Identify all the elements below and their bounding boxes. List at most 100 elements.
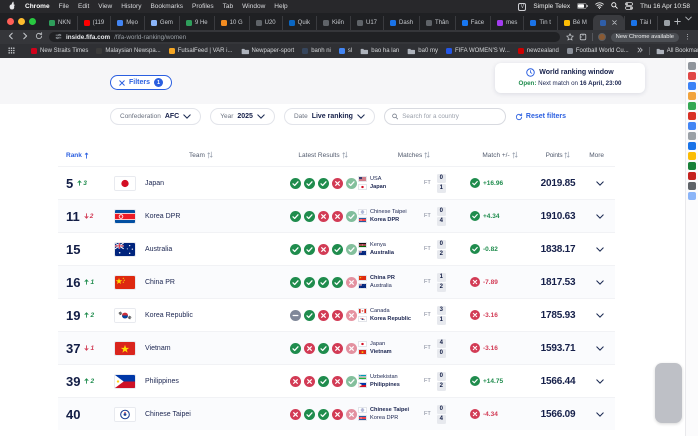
wifi-icon[interactable]: [595, 2, 604, 11]
spotlight-search-icon[interactable]: [611, 2, 618, 11]
tab[interactable]: U20: [249, 16, 282, 30]
bookmark-item[interactable]: Malaysian Newspa...: [96, 48, 160, 54]
bookmarks-overflow-icon[interactable]: [637, 47, 643, 55]
expand-row-button[interactable]: [586, 379, 610, 384]
table-row-china-pr[interactable]: 16 1 China PR China PR Australia FT 12 -…: [58, 265, 615, 298]
side-rail-icon[interactable]: [688, 102, 696, 110]
apps-grid-icon[interactable]: [8, 47, 15, 56]
column-header-rank[interactable]: Rank: [58, 152, 114, 159]
country-search-box[interactable]: [384, 108, 506, 125]
filter-pill-confederation[interactable]: ConfederationAFC: [110, 108, 201, 125]
menu-item[interactable]: Tab: [223, 3, 233, 10]
side-rail-icon[interactable]: [688, 192, 696, 200]
side-rail-icon[interactable]: [688, 122, 696, 130]
control-center-icon[interactable]: [625, 2, 633, 12]
column-header-match-[interactable]: Match +/-: [470, 151, 530, 159]
scrollbar-thumb[interactable]: [655, 363, 682, 423]
expand-row-button[interactable]: [586, 181, 610, 186]
side-rail-icon[interactable]: [688, 72, 696, 80]
side-rail-icon[interactable]: [688, 182, 696, 190]
tab[interactable]: 9 He: [179, 16, 214, 30]
tab[interactable]: 10 G: [214, 16, 249, 30]
reload-button[interactable]: [35, 32, 43, 42]
apple-icon[interactable]: [8, 1, 16, 12]
table-row-japan[interactable]: 5 3 Japan USA Japan FT 01 +16.96 2019.85: [58, 166, 615, 199]
bookmark-item[interactable]: newzealand: [518, 48, 559, 54]
tab[interactable]: Thân: [419, 16, 455, 30]
bookmark-item[interactable]: New Straits Times: [31, 48, 88, 54]
filters-button[interactable]: Filters 1: [110, 75, 172, 90]
forward-button[interactable]: [21, 32, 29, 42]
new-tab-button[interactable]: [674, 18, 681, 27]
menu-item[interactable]: Edit: [78, 3, 89, 10]
profile-avatar[interactable]: [598, 33, 606, 41]
table-row-australia[interactable]: 15 Australia Kenya Australia FT 02 -0.82…: [58, 232, 615, 265]
tab[interactable]: Mẹo: [110, 16, 144, 30]
tab[interactable]: NKN: [43, 16, 77, 30]
site-settings-icon[interactable]: [55, 33, 62, 42]
expand-row-button[interactable]: [586, 280, 610, 285]
tab-close-icon[interactable]: [612, 20, 617, 25]
menu-item[interactable]: Bookmarks: [150, 3, 183, 10]
column-header-latest-results[interactable]: Latest Results: [288, 151, 358, 159]
expand-row-button[interactable]: [586, 412, 610, 417]
menu-item[interactable]: History: [121, 3, 141, 10]
table-row-chinese-taipei[interactable]: 40 Chinese Taipei Chinese Taipei Korea D…: [58, 397, 615, 430]
side-rail-icon[interactable]: [688, 82, 696, 90]
filter-pill-date[interactable]: DateLive ranking: [284, 108, 375, 125]
bookmark-item[interactable]: Newpaper-sport: [241, 48, 295, 55]
update-chrome-chip[interactable]: New Chrome available: [611, 33, 679, 42]
expand-row-button[interactable]: [586, 346, 610, 351]
expand-row-button[interactable]: [586, 214, 610, 219]
menu-item[interactable]: File: [59, 3, 69, 10]
zoom-window-button[interactable]: [29, 18, 36, 25]
side-rail-icon[interactable]: [688, 132, 696, 140]
tab-search-button[interactable]: [685, 8, 692, 26]
menu-item[interactable]: Window: [242, 3, 265, 10]
search-input[interactable]: [402, 113, 498, 120]
side-rail-icon[interactable]: [688, 172, 696, 180]
tab[interactable]: Gem: [144, 16, 179, 30]
url-bar[interactable]: inside.fifa.com/fifa-world-ranking/women: [49, 32, 560, 42]
bookmark-item[interactable]: sl: [339, 48, 352, 54]
close-window-button[interactable]: [7, 18, 14, 25]
side-rail-icon[interactable]: [688, 152, 696, 160]
minimize-window-button[interactable]: [18, 18, 25, 25]
tab[interactable]: mes: [490, 16, 523, 30]
menu-app-name[interactable]: Chrome: [25, 3, 50, 10]
table-row-vietnam[interactable]: 37 1 Vietnam Japan Vietnam FT 40 -3.16 1…: [58, 331, 615, 364]
table-row-korea-republic[interactable]: 19 2 Korea Republic Canada Korea Republi…: [58, 298, 615, 331]
tab[interactable]: Dash: [383, 16, 419, 30]
side-rail-icon[interactable]: [688, 92, 696, 100]
bookmark-item[interactable]: FIFA WOMEN'S W...: [446, 48, 510, 54]
menu-item[interactable]: Help: [274, 3, 287, 10]
tab[interactable]: U17: [350, 16, 383, 30]
menu-clock[interactable]: Thu 16 Apr 10:58: [640, 3, 690, 10]
bookmark-item[interactable]: ba0 my: [407, 48, 438, 55]
filter-pill-year[interactable]: Year2025: [210, 108, 275, 125]
table-row-korea-dpr[interactable]: 11 2 Korea DPR Chinese Taipei Korea DPR …: [58, 199, 615, 232]
column-header-points[interactable]: Points: [530, 151, 586, 159]
tab[interactable]: Tin t: [523, 16, 556, 30]
menu-item[interactable]: Profiles: [192, 3, 214, 10]
input-source-icon[interactable]: V: [518, 3, 526, 11]
column-header-matches[interactable]: Matches: [358, 151, 470, 159]
column-header-team[interactable]: Team: [114, 151, 288, 159]
reset-filters-link[interactable]: Reset filters: [515, 113, 566, 121]
tab[interactable]: Face: [455, 16, 490, 30]
bookmark-item[interactable]: bao ha lan: [360, 48, 399, 55]
back-button[interactable]: [7, 32, 15, 42]
tab[interactable]: Quik: [282, 16, 316, 30]
browser-menu-button[interactable]: ⋮: [684, 33, 691, 41]
table-row-philippines[interactable]: 39 2 Philippines Uzbekistan Philippines …: [58, 364, 615, 397]
tab[interactable]: Kiến: [316, 16, 350, 30]
bookmark-item[interactable]: FutsalFeed | VAR i...: [169, 48, 233, 54]
battery-icon[interactable]: [577, 3, 588, 11]
side-rail-icon[interactable]: [688, 162, 696, 170]
expand-row-button[interactable]: [586, 247, 610, 252]
bookmark-item[interactable]: banh ni: [302, 48, 331, 54]
bookmark-item[interactable]: Football World Cu...: [567, 48, 629, 54]
side-rail-icon[interactable]: [688, 142, 696, 150]
side-rail-icon[interactable]: [688, 62, 696, 70]
side-rail-icon[interactable]: [688, 112, 696, 120]
